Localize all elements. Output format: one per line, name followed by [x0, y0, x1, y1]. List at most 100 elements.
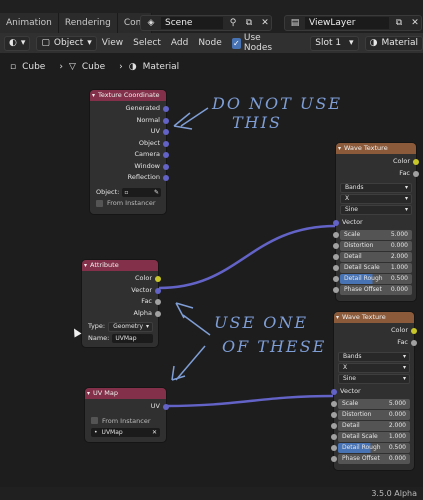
field-distortion[interactable]: Distortion 0.000 — [333, 240, 412, 251]
field-value: 0.000 — [388, 410, 406, 418]
wave-type-dropdown[interactable]: Bands — [340, 183, 412, 193]
output-socket-icon[interactable] — [411, 339, 417, 346]
field-detail-roughness[interactable]: Detail Rough 0.500 — [333, 273, 412, 284]
direction-dropdown[interactable]: X — [340, 194, 412, 204]
node-wave-texture-1[interactable]: Wave Texture Color Fac Bands X Sine Vect… — [333, 143, 419, 301]
field-scale[interactable]: Scale 5.000 — [331, 398, 410, 409]
field-detail-roughness[interactable]: Detail Rough 0.500 — [331, 442, 410, 453]
input-socket-icon[interactable] — [333, 264, 339, 271]
object-picker-row[interactable]: Object: ▫ ✎ — [90, 187, 166, 199]
node-attribute[interactable]: Attribute Color Vector Fac Alpha Type: G… — [82, 260, 161, 347]
input-socket-icon[interactable] — [331, 411, 337, 418]
field-phase-offset[interactable]: Phase Offset 0.000 — [333, 284, 412, 295]
socket-reflection[interactable]: Reflection — [90, 172, 169, 184]
input-socket-icon[interactable] — [333, 242, 339, 249]
field-detail[interactable]: Detail 2.000 — [331, 420, 410, 431]
output-socket-icon[interactable] — [163, 117, 169, 124]
name-row[interactable]: Name: UVMap — [82, 333, 158, 345]
field-detail-scale[interactable]: Detail Scale 1.000 — [331, 431, 410, 442]
node-header[interactable]: Wave Texture — [334, 312, 414, 323]
socket-camera[interactable]: Camera — [90, 149, 169, 161]
field-detail-scale[interactable]: Detail Scale 1.000 — [333, 262, 412, 273]
field-phase-offset[interactable]: Phase Offset 0.000 — [331, 453, 410, 464]
node-texture-coordinate[interactable]: Texture Coordinate Generated Normal UV O… — [90, 90, 169, 214]
socket-alpha[interactable]: Alpha — [82, 308, 161, 320]
field-label: Detail Rough — [342, 443, 381, 451]
input-socket-icon[interactable] — [331, 389, 337, 395]
eyedropper-icon[interactable]: ✎ — [154, 187, 159, 199]
socket-label: Normal — [136, 115, 160, 124]
socket-vector-input[interactable]: Vector — [333, 217, 416, 229]
socket-color[interactable]: Color — [336, 156, 419, 168]
field-detail[interactable]: Detail 2.000 — [333, 251, 412, 262]
output-socket-icon[interactable] — [163, 129, 169, 135]
from-instancer-checkbox[interactable]: From Instancer — [90, 198, 166, 210]
socket-window[interactable]: Window — [90, 161, 169, 173]
socket-fac[interactable]: Fac — [334, 337, 417, 349]
socket-label: Color — [391, 326, 408, 334]
socket-color[interactable]: Color — [82, 273, 161, 285]
output-socket-icon[interactable] — [163, 163, 169, 170]
socket-vector[interactable]: Vector — [82, 285, 161, 297]
type-dropdown[interactable]: Geometry — [108, 321, 153, 332]
wave-type-dropdown[interactable]: Bands — [338, 352, 410, 362]
socket-fac[interactable]: Fac — [82, 296, 161, 308]
node-wave-texture-2[interactable]: Wave Texture Color Fac Bands X Sine Vect… — [331, 312, 417, 470]
field-scale[interactable]: Scale 5.000 — [333, 229, 412, 240]
input-socket-icon[interactable] — [331, 433, 337, 440]
input-socket-icon[interactable] — [331, 400, 337, 407]
uv-map-row[interactable]: • UVMap ✕ — [85, 427, 166, 439]
socket-uv[interactable]: UV — [90, 126, 169, 138]
direction-dropdown[interactable]: X — [338, 363, 410, 373]
type-row[interactable]: Type: Geometry — [82, 321, 158, 333]
socket-object[interactable]: Object — [90, 138, 169, 150]
input-socket-icon[interactable] — [333, 286, 339, 293]
input-socket-icon[interactable] — [331, 422, 337, 429]
checkbox-icon[interactable] — [91, 417, 98, 424]
input-socket-icon[interactable] — [333, 275, 339, 282]
node-header[interactable]: Attribute — [82, 260, 158, 271]
node-uv-map[interactable]: UV Map UV From Instancer • UVMap ✕ — [85, 388, 169, 442]
uv-icon: • — [94, 429, 98, 437]
name-field[interactable]: UVMap — [112, 333, 153, 343]
output-socket-icon[interactable] — [163, 140, 169, 147]
node-header[interactable]: Texture Coordinate — [90, 90, 166, 101]
input-socket-icon[interactable] — [331, 444, 337, 451]
output-socket-icon[interactable] — [411, 328, 417, 334]
socket-label: Camera — [134, 150, 160, 158]
profile-dropdown[interactable]: Sine — [340, 205, 412, 215]
socket-vector-input[interactable]: Vector — [331, 386, 414, 398]
socket-generated[interactable]: Generated — [90, 103, 169, 115]
close-icon[interactable]: ✕ — [152, 428, 157, 437]
output-socket-icon[interactable] — [163, 152, 169, 158]
socket-normal[interactable]: Normal — [90, 115, 169, 127]
from-instancer-checkbox[interactable]: From Instancer — [85, 416, 166, 428]
socket-label: Vector — [342, 218, 363, 226]
output-socket-icon[interactable] — [163, 175, 169, 181]
output-socket-icon[interactable] — [155, 276, 161, 282]
profile-dropdown[interactable]: Sine — [338, 374, 410, 384]
output-socket-icon[interactable] — [155, 299, 161, 305]
output-socket-icon[interactable] — [413, 170, 419, 177]
input-socket-icon[interactable] — [333, 220, 339, 226]
input-socket-icon[interactable] — [331, 455, 337, 462]
output-socket-icon[interactable] — [163, 106, 169, 112]
socket-uv[interactable]: UV — [85, 401, 169, 413]
output-socket-icon[interactable] — [163, 404, 169, 410]
output-socket-icon[interactable] — [155, 310, 161, 317]
field-value: 0.500 — [388, 443, 406, 451]
status-bar: 3.5.0 Alpha — [0, 487, 423, 500]
field-distortion[interactable]: Distortion 0.000 — [331, 409, 410, 420]
output-socket-icon[interactable] — [155, 287, 161, 294]
field-value: 5.000 — [388, 399, 406, 407]
output-socket-icon[interactable] — [413, 159, 419, 165]
object-picker-field[interactable]: ▫ ✎ — [122, 187, 161, 199]
input-socket-icon[interactable] — [333, 253, 339, 260]
node-header[interactable]: Wave Texture — [336, 143, 416, 154]
socket-color[interactable]: Color — [334, 325, 417, 337]
socket-fac[interactable]: Fac — [336, 168, 419, 180]
uv-map-field[interactable]: • UVMap ✕ — [91, 428, 160, 438]
checkbox-icon[interactable] — [96, 199, 103, 207]
node-header[interactable]: UV Map — [85, 388, 166, 399]
input-socket-icon[interactable] — [333, 231, 339, 238]
